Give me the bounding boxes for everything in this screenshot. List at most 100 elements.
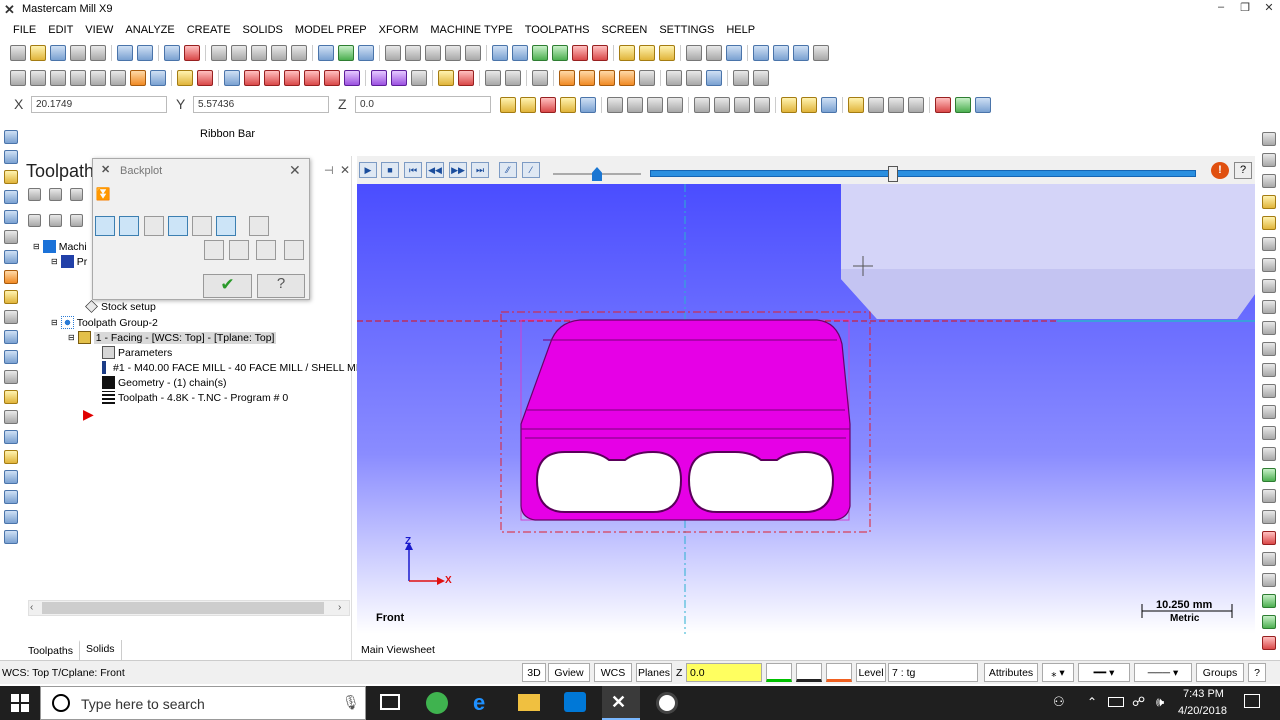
solid-edge-icon[interactable]: [821, 97, 837, 113]
tab-solids[interactable]: Solids: [80, 640, 122, 660]
facing-icon[interactable]: [4, 210, 18, 224]
3d-button[interactable]: 3D: [522, 663, 546, 682]
display-holder-button[interactable]: [144, 216, 164, 236]
view-right-quick-icon[interactable]: [1262, 174, 1276, 188]
scale-icon[interactable]: [284, 70, 300, 86]
menu-analyze[interactable]: ANALYZE: [119, 21, 180, 39]
quick-extrude-icon[interactable]: [1262, 300, 1276, 314]
help-button[interactable]: ?: [257, 274, 305, 298]
translate-icon[interactable]: [224, 70, 240, 86]
view-right-icon[interactable]: [425, 45, 441, 61]
horizontal-dim-icon[interactable]: [485, 70, 501, 86]
view-top-icon[interactable]: [385, 45, 401, 61]
toggle-posting-icon[interactable]: [70, 214, 83, 227]
rectangle-icon[interactable]: [70, 70, 86, 86]
offset-contour-icon[interactable]: [324, 70, 340, 86]
view-dropdown-icon[interactable]: [465, 45, 481, 61]
dynamic-rotate-icon[interactable]: [358, 45, 374, 61]
color-wireframe-icon[interactable]: [766, 663, 792, 682]
attributes-button[interactable]: Attributes: [984, 663, 1038, 682]
leader-icon[interactable]: [458, 70, 474, 86]
quick-hatch-icon[interactable]: [1262, 426, 1276, 440]
machine-icon[interactable]: [753, 45, 769, 61]
contour-icon[interactable]: [4, 170, 18, 184]
print-preview-icon[interactable]: [90, 45, 106, 61]
project-icon[interactable]: [344, 70, 360, 86]
point-icon[interactable]: [10, 70, 26, 86]
menu-help[interactable]: HELP: [720, 21, 761, 39]
surface-finish-icon[interactable]: [4, 410, 18, 424]
tab-main-viewsheet[interactable]: Main Viewsheet: [361, 644, 435, 656]
save-geometry-button[interactable]: [284, 240, 304, 260]
multiaxis-icon[interactable]: [4, 430, 18, 444]
fast-point-icon[interactable]: [500, 97, 516, 113]
menu-xform[interactable]: XFORM: [373, 21, 425, 39]
menu-view[interactable]: VIEW: [79, 21, 119, 39]
hatch-icon[interactable]: [532, 70, 548, 86]
repaint-icon[interactable]: [184, 45, 200, 61]
menu-model-prep[interactable]: MODEL PREP: [289, 21, 373, 39]
solid-boolean-icon[interactable]: [706, 70, 722, 86]
fillet-icon[interactable]: [130, 70, 146, 86]
array-icon[interactable]: [391, 70, 407, 86]
step-forward-button[interactable]: [229, 240, 249, 260]
view-top-quick-icon[interactable]: [1262, 132, 1276, 146]
restore-button[interactable]: ❐: [1234, 1, 1256, 17]
tree-node-machine[interactable]: ⊟ Machi: [33, 240, 87, 253]
analyze-icon[interactable]: [686, 45, 702, 61]
line-style-select[interactable]: ━━ ▾: [1078, 663, 1130, 682]
toggle-display-icon[interactable]: [49, 214, 62, 227]
menu-screen[interactable]: SCREEN: [595, 21, 653, 39]
menu-solids[interactable]: SOLIDS: [237, 21, 289, 39]
circle-mill-icon[interactable]: [4, 370, 18, 384]
mirror-icon[interactable]: [244, 70, 260, 86]
expand-icon[interactable]: ⊟: [68, 333, 75, 342]
backplot-close-icon[interactable]: ✕: [289, 162, 301, 179]
verify-select-icon[interactable]: [848, 97, 864, 113]
menu-edit[interactable]: EDIT: [42, 21, 79, 39]
wcs-button[interactable]: WCS: [594, 663, 632, 682]
open-file-icon[interactable]: [30, 45, 46, 61]
tree-node-geometry[interactable]: Geometry - (1) chain(s): [102, 376, 227, 389]
trace-mode-button[interactable]: ⁄⁄: [499, 162, 517, 178]
new-file-icon[interactable]: [10, 45, 26, 61]
tree-node-toolpath[interactable]: Toolpath - 4.8K - T.NC - Program # 0: [102, 391, 288, 404]
shade-tool-button[interactable]: [216, 216, 236, 236]
x-coord-input[interactable]: 20.1749: [31, 96, 167, 113]
color-surface-icon[interactable]: [826, 663, 852, 682]
quick-note-icon[interactable]: [1262, 405, 1276, 419]
pan-icon[interactable]: [338, 45, 354, 61]
shaded-solid-icon[interactable]: [532, 45, 548, 61]
quick-dimension-icon[interactable]: [1262, 384, 1276, 398]
tree-node-toolpath-group[interactable]: ⊟ Toolpath Group-2: [51, 316, 158, 329]
nesting-icon[interactable]: [4, 510, 18, 524]
quick-rect-icon[interactable]: [1262, 237, 1276, 251]
stop-select-icon[interactable]: [935, 97, 951, 113]
quick-stop-icon[interactable]: [1262, 636, 1276, 650]
toolpath-icon[interactable]: [4, 130, 18, 144]
tree-node-parameters[interactable]: Parameters: [102, 346, 172, 359]
solid-face-icon[interactable]: [801, 97, 817, 113]
volume-icon[interactable]: 🕪: [1156, 694, 1164, 710]
people-icon[interactable]: ⚇: [1053, 694, 1065, 710]
line-parallel-icon[interactable]: [639, 45, 655, 61]
view-front-quick-icon[interactable]: [1262, 153, 1276, 167]
microphone-icon[interactable]: 🎙: [342, 694, 360, 711]
step-back-button[interactable]: [204, 240, 224, 260]
surface-rough-icon[interactable]: [4, 390, 18, 404]
chamfer-icon[interactable]: [150, 70, 166, 86]
tree-node-stock-setup[interactable]: Stock setup: [85, 300, 156, 313]
trim-icon[interactable]: [177, 70, 193, 86]
network-icon[interactable]: ☍: [1132, 694, 1145, 710]
tree-node-tool[interactable]: #1 - M40.00 FACE MILL - 40 FACE MILL / S…: [102, 361, 359, 374]
window-in-icon[interactable]: [694, 97, 710, 113]
quick-toolpath-icon[interactable]: [1262, 594, 1276, 608]
area-mill-icon[interactable]: [4, 270, 18, 284]
play-button[interactable]: ▶: [359, 162, 377, 178]
start-button[interactable]: [11, 694, 29, 712]
screenshot-button[interactable]: [256, 240, 276, 260]
view-iso-icon[interactable]: [445, 45, 461, 61]
app-ball-icon[interactable]: [656, 692, 678, 714]
quick-surface-icon[interactable]: [1262, 447, 1276, 461]
surface-fillet-icon[interactable]: [639, 70, 655, 86]
